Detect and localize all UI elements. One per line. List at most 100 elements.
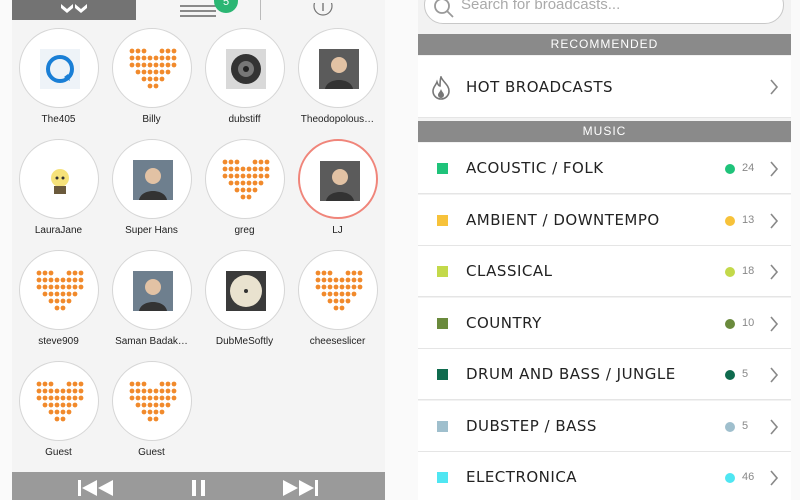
avatar[interactable] xyxy=(111,361,192,441)
person-name: steve909 xyxy=(38,336,79,347)
heart-dots-icon xyxy=(129,48,176,89)
heart-dots-icon xyxy=(129,381,176,422)
person-tile[interactable]: DubMeSoftly xyxy=(198,250,291,347)
genre-count: 13 xyxy=(742,214,755,226)
avatar[interactable] xyxy=(111,250,192,330)
person-tile[interactable]: Guest xyxy=(105,361,198,458)
person-tile[interactable]: Saman Badak… xyxy=(105,250,198,347)
person-tile[interactable]: greg xyxy=(198,139,291,236)
genre-activity-dot xyxy=(725,267,735,277)
genre-count: 46 xyxy=(742,471,755,483)
queue-count-badge: 5 xyxy=(214,0,238,13)
person-photo xyxy=(319,161,360,201)
person-name: Theodopolous… xyxy=(300,114,375,125)
person-tile[interactable]: cheeseslicer xyxy=(291,250,384,347)
genre-activity-dot xyxy=(725,216,735,226)
chevron-right-icon xyxy=(770,367,779,383)
chevron-right-icon xyxy=(770,213,779,229)
genre-label: DUBSTEP / BASS xyxy=(466,417,597,435)
pause-icon[interactable] xyxy=(190,479,208,497)
genre-activity-dot xyxy=(725,473,735,483)
search-box[interactable] xyxy=(424,0,784,24)
search-input[interactable] xyxy=(461,0,761,19)
tab-info[interactable] xyxy=(261,0,385,20)
avatar[interactable] xyxy=(204,250,285,330)
vinyl-photo xyxy=(225,271,266,311)
previous-icon[interactable] xyxy=(76,479,116,497)
person-tile[interactable]: Super Hans xyxy=(105,139,198,236)
chevron-right-icon xyxy=(770,419,779,435)
the405-logo-icon xyxy=(39,49,80,89)
genre-count: 5 xyxy=(742,420,749,432)
person-tile[interactable]: LJ xyxy=(291,139,384,236)
genre-count: 10 xyxy=(742,317,755,329)
genre-count: 18 xyxy=(742,265,755,277)
person-tile[interactable]: The405 xyxy=(12,28,105,125)
person-name: dubstiff xyxy=(228,114,261,125)
broadcasts-screen: RECOMMENDED HOT BROADCASTS MUSIC ACOUSTI… xyxy=(418,0,791,500)
avatar[interactable] xyxy=(297,250,378,330)
avatar[interactable] xyxy=(18,28,99,108)
avatar[interactable] xyxy=(204,28,285,108)
person-tile[interactable]: Guest xyxy=(12,361,105,458)
chevron-right-icon xyxy=(770,470,779,486)
search-icon xyxy=(434,0,454,18)
person-name: Guest xyxy=(138,447,165,458)
chevron-right-icon xyxy=(770,161,779,177)
avatar[interactable] xyxy=(18,361,99,441)
avatar[interactable] xyxy=(111,139,192,219)
people-screen: 5 The405 Billy dubstiff Theodopolous… LauraJ… xyxy=(12,0,385,500)
person-name: Super Hans xyxy=(125,225,178,236)
person-name: Guest xyxy=(45,447,72,458)
person-photo xyxy=(132,160,173,200)
genre-row[interactable]: ELECTRONICA 46 xyxy=(418,452,791,500)
tab-people[interactable] xyxy=(12,0,136,20)
genre-activity-dot xyxy=(725,319,735,329)
avatar[interactable] xyxy=(204,139,285,219)
tab-queue[interactable]: 5 xyxy=(136,0,261,20)
avatar[interactable] xyxy=(297,139,378,219)
heart-dots-icon xyxy=(222,159,269,200)
genre-activity-dot xyxy=(725,370,735,380)
avatar[interactable] xyxy=(18,250,99,330)
genre-row[interactable]: CLASSICAL 18 xyxy=(418,246,791,297)
avatar[interactable] xyxy=(111,28,192,108)
genre-color-swatch xyxy=(437,421,448,432)
speaker-photo xyxy=(225,49,266,89)
person-tile[interactable]: Theodopolous… xyxy=(291,28,384,125)
person-tile[interactable]: Billy xyxy=(105,28,198,125)
genre-color-swatch xyxy=(437,369,448,380)
person-name: cheeseslicer xyxy=(309,336,366,347)
flame-icon xyxy=(432,76,450,100)
person-tile[interactable]: dubstiff xyxy=(198,28,291,125)
genre-row[interactable]: AMBIENT / DOWNTEMPO 13 xyxy=(418,195,791,246)
avatar[interactable] xyxy=(297,28,378,108)
top-tab-bar: 5 xyxy=(12,0,385,20)
music-header: MUSIC xyxy=(418,121,791,142)
hot-broadcasts-row[interactable]: HOT BROADCASTS xyxy=(418,56,791,118)
genre-row[interactable]: DUBSTEP / BASS 5 xyxy=(418,401,791,452)
player-controls xyxy=(12,472,385,500)
person-tile[interactable]: steve909 xyxy=(12,250,105,347)
person-name: greg xyxy=(234,225,255,236)
next-icon[interactable] xyxy=(280,479,320,497)
genre-color-swatch xyxy=(437,472,448,483)
people-grid: The405 Billy dubstiff Theodopolous… LauraJan… xyxy=(12,20,385,472)
genre-color-swatch xyxy=(437,163,448,174)
people-grid-icon xyxy=(61,4,87,13)
genre-row[interactable]: COUNTRY 10 xyxy=(418,298,791,349)
genre-label: ELECTRONICA xyxy=(466,468,578,486)
recommended-header: RECOMMENDED xyxy=(418,34,791,55)
genre-row[interactable]: DRUM AND BASS / JUNGLE 5 xyxy=(418,349,791,400)
genre-row[interactable]: ACOUSTIC / FOLK 24 xyxy=(418,143,791,194)
info-icon xyxy=(313,3,333,16)
person-tile[interactable]: LauraJane xyxy=(12,139,105,236)
avatar[interactable] xyxy=(18,139,99,219)
chevron-right-icon xyxy=(770,79,779,95)
genre-label: DRUM AND BASS / JUNGLE xyxy=(466,365,676,383)
person-photo xyxy=(318,49,359,89)
list-icon xyxy=(180,5,216,17)
heart-dots-icon xyxy=(36,270,83,311)
chevron-right-icon xyxy=(770,264,779,280)
person-name: LauraJane xyxy=(34,225,83,236)
